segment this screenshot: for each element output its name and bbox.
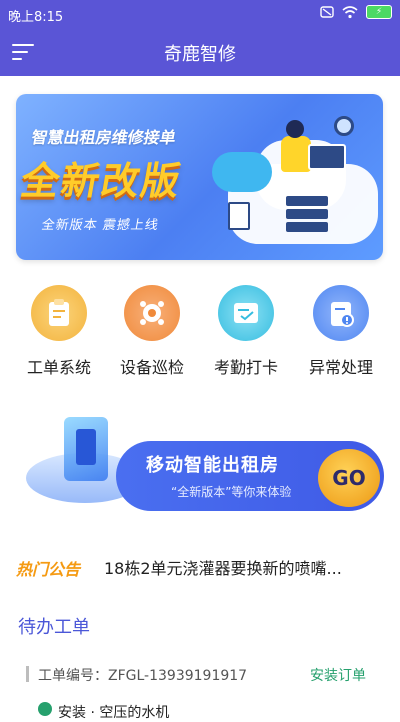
status-bar: 晚上8:15 ⚡ — [0, 0, 400, 28]
order-accent-bar — [26, 666, 29, 682]
quick-item-work-order[interactable]: 工单系统 — [19, 285, 99, 378]
order-card[interactable]: 工单编号：ZFGL-13939191917 安装订单 安装 · 空压的水机 — [26, 662, 380, 721]
wifi-icon — [342, 6, 358, 19]
order-status-icon — [38, 702, 52, 716]
quick-item-exception[interactable]: 异常处理 — [301, 285, 381, 378]
quick-label-checkin: 考勤打卡 — [213, 358, 278, 377]
order-next-line: 安装 · 空压的水机 — [58, 705, 170, 721]
status-icons: ⚡ — [320, 5, 392, 19]
quick-label-exception: 异常处理 — [308, 358, 373, 377]
magnifier-icon — [334, 116, 354, 136]
order-type: 安装订单 — [310, 668, 366, 684]
battery-charge-glyph: ⚡ — [375, 7, 383, 17]
monitor-illustration — [308, 144, 346, 170]
notice-text: 18栋2单元浇灌器要换新的喷嘴... — [104, 559, 342, 578]
worker-head — [286, 120, 304, 138]
document-illustration — [228, 202, 250, 230]
battery-icon: ⚡ — [366, 5, 392, 19]
worker-illustration — [281, 136, 311, 172]
notice-tag: 热门公告 — [16, 560, 81, 579]
quick-label-inspection: 设备巡检 — [119, 358, 184, 377]
quick-actions: 工单系统 设备巡检 考勤打卡 异常处理 — [0, 285, 400, 385]
todo-section-title: 待办工单 — [18, 617, 90, 638]
device-icon — [124, 285, 180, 341]
banner-headline: 全新改版 — [17, 159, 186, 203]
silent-icon — [320, 6, 334, 18]
status-time: 晚上8:15 — [8, 10, 64, 25]
page-title: 奇鹿智修 — [164, 44, 236, 65]
promo-title: 移动智能出租房 — [146, 455, 279, 476]
checkin-icon — [218, 285, 274, 341]
go-button[interactable]: GO — [318, 449, 380, 507]
promo-banner[interactable]: 移动智能出租房 “全新版本”等你来体验 GO — [16, 405, 386, 515]
quick-label-work-order: 工单系统 — [26, 358, 91, 377]
clipboard-icon — [31, 285, 87, 341]
notice-bar[interactable]: 热门公告 18栋2单元浇灌器要换新的喷嘴... — [16, 555, 386, 579]
order-number: 工单编号：ZFGL-13939191917 — [38, 668, 248, 684]
alert-icon — [313, 285, 369, 341]
banner-tagline: 全新版本 震撼上线 — [40, 218, 161, 233]
quick-item-checkin[interactable]: 考勤打卡 — [206, 285, 286, 378]
promo-subtitle: “全新版本”等你来体验 — [171, 485, 292, 499]
hero-banner[interactable]: 智慧出租房维修接单 全新改版 全新版本 震撼上线 — [16, 94, 383, 260]
banner-line1: 智慧出租房维修接单 — [30, 128, 178, 147]
quick-item-inspection[interactable]: 设备巡检 — [112, 285, 192, 378]
app-bar: 奇鹿智修 — [0, 28, 400, 76]
